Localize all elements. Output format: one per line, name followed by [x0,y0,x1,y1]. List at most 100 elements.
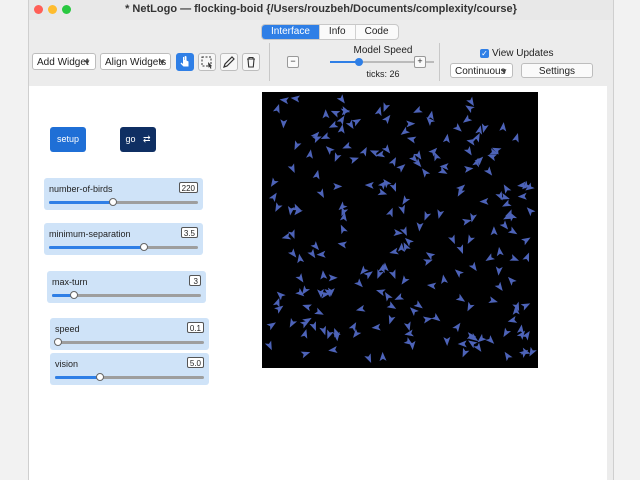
slider-label: number-of-birds [49,184,113,194]
settings-button[interactable]: Settings [521,63,593,78]
boid-turtle [325,146,335,155]
boid-turtle [520,303,531,311]
align-widgets-dropdown[interactable]: Align Widgets ▼ [100,53,171,70]
slider-track[interactable] [49,243,198,251]
slider-value[interactable]: 5.0 [186,357,204,368]
forever-icon: ⇄ [142,134,151,144]
model-speed-label: Model Speed [353,45,413,56]
slider-value[interactable]: 220 [178,182,198,193]
setup-button[interactable]: setup [50,127,86,152]
title-bar: * NetLogo — flocking-boid {/Users/rouzbe… [29,0,613,20]
boid-turtle [310,131,320,141]
boid-turtle [374,106,382,117]
boid-turtle [290,95,300,103]
slider-minimum-separation[interactable]: minimum-separation 3.5 [44,223,203,255]
boid-turtle [279,97,289,105]
boid-turtle [423,259,433,266]
speed-increase-button[interactable]: + [414,56,426,68]
boid-turtle [503,327,512,338]
boid-turtle [488,296,498,304]
boid-turtle [386,207,393,218]
boid-turtle [502,199,512,207]
boid-turtle [394,292,405,300]
boid-turtle [496,246,504,257]
boid-turtle [454,269,464,278]
tab-code[interactable]: Code [356,25,398,39]
boid-turtle [328,274,338,282]
go-button[interactable]: go ⇄ [120,127,156,152]
netlogo-window: * NetLogo — flocking-boid {/Users/rouzbe… [28,0,614,480]
boid-turtle [320,270,328,280]
boid-turtle [517,192,527,200]
boid-turtle [485,335,495,344]
boid-turtle [348,322,357,332]
update-mode-dropdown[interactable]: Continuous ▼ [450,63,513,78]
slider-track[interactable] [55,373,204,381]
boid-turtle [413,105,423,113]
add-widget-label: Add Widget [37,57,89,68]
boid-turtle [381,144,391,154]
boid-turtle [503,184,512,194]
boid-turtle [437,166,448,174]
tab-info[interactable]: Info [320,25,356,39]
slider-thumb[interactable] [95,373,104,381]
slider-track[interactable] [53,338,204,346]
slider-thumb[interactable] [53,338,62,346]
slider-value[interactable]: 3 [189,275,201,286]
boid-turtle [336,115,345,126]
edit-tool-button[interactable] [220,53,238,71]
world-view[interactable] [262,92,538,368]
slider-max-turn[interactable]: max-turn 3 [47,271,206,303]
tab-interface[interactable]: Interface [262,25,320,39]
pointer-icon [180,56,189,67]
boid-turtle [388,157,397,167]
slider-thumb[interactable] [140,243,149,251]
boid-turtle [463,146,472,156]
select-tool-button[interactable] [198,53,216,71]
boid-turtle [272,103,280,114]
boid-turtle [461,218,472,226]
boid-turtle [425,252,436,261]
slider-value[interactable]: 0.1 [186,322,204,333]
boid-turtle [297,253,305,264]
slider-track[interactable] [49,198,198,206]
boid-turtle [328,120,339,128]
toolbar-divider [439,43,440,81]
slider-number-of-birds[interactable]: number-of-birds 220 [44,178,203,210]
slider-value[interactable]: 3.5 [180,227,198,238]
boid-turtle [371,323,381,331]
slider-thumb[interactable] [70,291,79,299]
slider-speed[interactable]: speed 0.1 [50,318,209,350]
slider-vision[interactable]: vision 5.0 [50,353,209,385]
slider-track[interactable] [52,291,201,299]
boid-turtle [320,132,331,139]
speed-decrease-button[interactable]: − [287,56,299,68]
delete-tool-button[interactable] [242,53,260,71]
model-speed-thumb[interactable] [355,58,364,66]
boid-turtle [399,226,407,236]
slider-fill [49,201,114,204]
boid-turtle [490,226,498,236]
view-updates-checkbox[interactable]: ✓ [480,49,489,58]
boid-turtle [294,140,302,151]
boid-turtle [439,163,449,171]
boid-turtle [404,329,414,337]
boid-turtle [306,149,313,159]
boid-turtle [314,307,324,315]
add-widget-dropdown[interactable]: Add Widget ▼ [32,53,96,70]
boid-turtle [342,141,352,149]
boid-turtle [351,118,362,127]
interact-tool-button[interactable] [176,53,194,71]
boid-turtle [467,234,475,245]
slider-thumb[interactable] [109,198,118,206]
boid-turtle [483,166,493,176]
tab-bar: Interface Info Code [261,24,399,40]
slider-label: speed [55,324,80,334]
boid-turtle [364,353,372,363]
boid-turtle [422,316,433,324]
chevron-down-icon: ▼ [500,67,508,76]
boid-turtle [464,165,474,173]
boid-turtle [355,304,366,312]
boid-turtle [526,207,536,217]
boid-turtle [455,293,466,302]
